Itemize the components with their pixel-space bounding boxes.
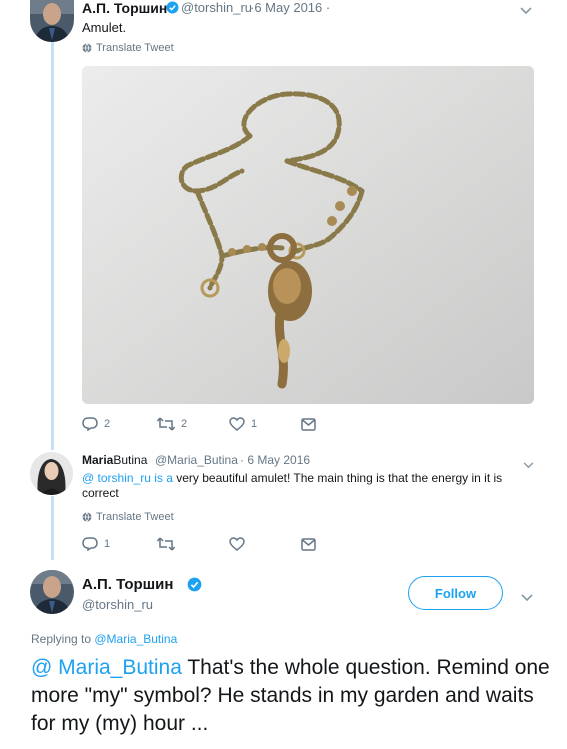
reply-count: 2 <box>104 418 111 430</box>
translate-tweet-link[interactable]: Translate Tweet <box>82 511 174 523</box>
reply-button[interactable]: 1 <box>82 537 110 551</box>
like-button[interactable] <box>229 537 245 551</box>
message-icon <box>301 538 316 551</box>
retweet-button[interactable] <box>157 537 175 551</box>
translate-label: Translate Tweet <box>96 42 174 54</box>
replying-to: Replying to @Maria_Butina <box>31 632 177 646</box>
translate-tweet-link[interactable]: Translate Tweet <box>82 42 174 54</box>
avatar-photo <box>30 452 73 495</box>
like-button[interactable]: 1 <box>229 417 257 431</box>
globe-icon <box>82 43 92 53</box>
amulet-photo <box>82 66 534 404</box>
retweet-icon <box>157 417 175 431</box>
handle[interactable]: @Maria_Butina <box>155 453 238 467</box>
message-button[interactable] <box>301 418 316 431</box>
avatar-photo <box>30 0 74 42</box>
follow-button[interactable]: Follow <box>408 576 503 610</box>
replying-prefix: Replying to <box>31 632 95 646</box>
like-count: 1 <box>251 418 258 430</box>
reply-icon <box>82 417 98 431</box>
message-icon <box>301 418 316 431</box>
translate-label: Translate Tweet <box>96 511 174 523</box>
tweet-text: @ Maria_Butina That's the whole question… <box>31 654 551 738</box>
thread-line <box>51 0 54 450</box>
like-icon <box>229 417 245 431</box>
message-button[interactable] <box>301 538 316 551</box>
chevron-down-icon[interactable] <box>523 456 534 474</box>
avatar[interactable] <box>30 0 74 42</box>
reply-count: 1 <box>104 538 111 550</box>
reply-icon <box>82 537 98 551</box>
tweet-text-body: very beautiful amulet! The main thing is… <box>172 471 503 485</box>
retweet-count: 2 <box>181 418 188 430</box>
avatar[interactable] <box>30 452 73 495</box>
mention-link[interactable]: @ Maria_Butina <box>31 656 182 679</box>
handle[interactable]: @torshin_ru <box>82 597 153 612</box>
display-name[interactable]: А.П. Торшин <box>82 576 173 593</box>
retweet-icon <box>157 537 175 551</box>
tweet-text: Amulet. <box>82 20 127 35</box>
avatar-photo <box>30 570 74 614</box>
tweet-text-line2: correct <box>82 486 119 500</box>
display-name[interactable]: А.П. Торшин <box>82 0 167 16</box>
verified-icon <box>187 577 202 597</box>
chevron-down-icon[interactable] <box>521 589 533 607</box>
avatar[interactable] <box>30 570 74 614</box>
mention-link[interactable]: @ torshin_ru is a <box>82 471 173 485</box>
display-name-first: Maria <box>82 453 114 467</box>
like-icon <box>229 537 245 551</box>
chevron-down-icon[interactable] <box>520 2 532 20</box>
tweet-date[interactable]: · 6 May 2016 <box>240 453 310 467</box>
display-name[interactable]: MariaButina <box>82 453 147 467</box>
retweet-button[interactable]: 2 <box>157 417 187 431</box>
thread-line <box>51 496 54 560</box>
verified-icon <box>166 1 179 19</box>
tweet-text: @ torshin_ru is a very beautiful amulet!… <box>82 470 502 486</box>
handle[interactable]: @torshin_ru <box>181 0 252 15</box>
replying-to-link[interactable]: @Maria_Butina <box>94 632 177 646</box>
tweet-photo[interactable] <box>82 66 534 404</box>
tweet-date[interactable]: ·6 May 2016 · <box>250 0 330 15</box>
display-name-rest: Butina <box>113 453 148 467</box>
reply-button[interactable]: 2 <box>82 417 110 431</box>
globe-icon <box>82 512 92 522</box>
